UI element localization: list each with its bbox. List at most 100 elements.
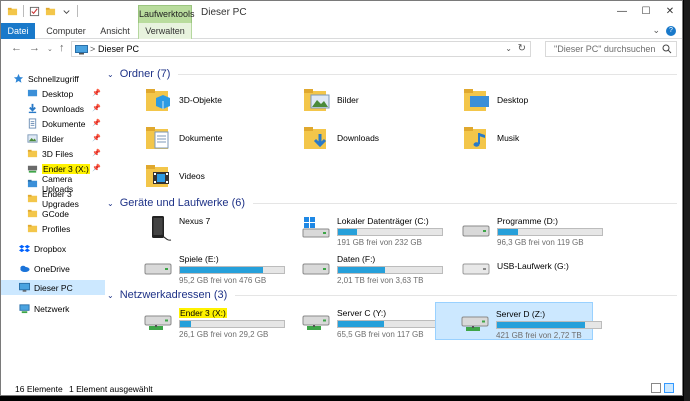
recent-dropdown-icon[interactable]: ⌄ [47,45,53,53]
window-title: Dieser PC [201,7,247,18]
pin-icon[interactable]: 📌 [92,149,101,157]
group-header-network[interactable]: ⌄ Netzwerkadressen (3) [107,288,677,302]
sidebar-item-onedrive[interactable]: OneDrive [1,261,105,276]
sidebar-label: Dokumente [42,118,86,129]
window-controls: — ☐ ✕ [610,1,682,21]
pc-icon [75,45,88,55]
background-edge [684,0,690,401]
close-button[interactable]: ✕ [658,1,682,21]
drive-tile-d[interactable]: Programme (D:) 96,3 GB frei von 119 GB [461,213,611,247]
back-arrow-icon[interactable]: ← [11,42,22,54]
search-box[interactable]: "Dieser PC" durchsuchen [545,41,677,57]
tab-datei[interactable]: Datei [1,23,35,39]
address-bar[interactable]: > Dieser PC ⌄ ↻ [71,41,531,57]
sidebar-label: Desktop [42,88,74,99]
tab-ansicht[interactable]: Ansicht [95,23,135,39]
drive-tile-e[interactable]: Spiele (E:) 95,2 GB frei von 476 GB [143,251,293,285]
breadcrumb-dieser-pc[interactable]: Dieser PC [98,44,139,54]
sidebar-label: Schnellzugriff [28,73,79,84]
pin-icon[interactable]: 📌 [92,134,101,142]
help-icon[interactable]: ? [666,26,676,36]
folder-tile-musik[interactable]: Musik [461,123,601,157]
sidebar-item-3d-files[interactable]: 3D Files 📌 [1,146,105,161]
collapse-chevron-icon[interactable]: ⌄ [107,70,114,79]
sidebar-item-netzwerk[interactable]: Netzwerk [1,301,105,316]
sidebar-item-desktop[interactable]: Desktop 📌 [1,86,105,101]
network-drive-tile-z[interactable]: Server D (Z:) 421 GB frei von 2,72 TB [435,302,602,340]
sidebar-item-downloads[interactable]: Downloads 📌 [1,101,105,116]
pictures-icon [27,134,38,143]
folder-tile-3d-objekte[interactable]: 3D-Objekte [143,85,283,119]
sidebar-item-ender-3-upgrades[interactable]: Ender 3 Upgrades [1,189,105,209]
search-placeholder: "Dieser PC" durchsuchen [554,44,656,54]
refresh-icon[interactable]: ↻ [518,43,526,54]
drive-usage-fill [338,321,384,327]
device-tile-nexus-7[interactable]: Nexus 7 [143,213,283,247]
sidebar-item-bilder[interactable]: Bilder 📌 [1,131,105,146]
quick-access-toolbar [7,5,78,17]
collapse-chevron-icon[interactable]: ⌄ [107,199,114,208]
details-view-icon[interactable] [651,383,661,393]
drive-tile-g[interactable]: USB-Laufwerk (G:) [461,251,611,285]
network-drive-tile-y[interactable]: Server C (Y:) 65,5 GB frei von 117 GB [301,305,451,339]
folder-tile-dokumente[interactable]: Dokumente [143,123,283,157]
dropbox-icon [19,244,30,253]
drive-usage-bar [497,228,603,236]
up-arrow-icon[interactable]: ↑ [59,42,65,54]
sidebar-item-gcode[interactable]: GCode [1,206,105,221]
tiles-view-icon[interactable] [664,383,674,393]
maximize-button[interactable]: ☐ [634,1,658,21]
sidebar-item-dropbox[interactable]: Dropbox [1,241,105,256]
group-divider [235,294,677,296]
drive-usage-fill [180,321,192,327]
folder-tile-desktop[interactable]: Desktop [461,85,601,119]
drive-tile-c[interactable]: Lokaler Datenträger (C:) 191 GB frei von… [301,213,451,247]
context-tab-laufwerktools: Laufwerktools [138,5,195,23]
ribbon-expand-icon[interactable]: ⌄ [652,25,660,36]
sidebar-item-dokumente[interactable]: Dokumente 📌 [1,116,105,131]
search-icon[interactable] [662,44,672,54]
collapse-chevron-icon[interactable]: ⌄ [107,291,114,300]
forward-arrow-icon[interactable]: → [29,42,40,54]
pin-icon[interactable]: 📌 [92,119,101,127]
group-header-folders[interactable]: ⌄ Ordner (7) [107,67,677,81]
sidebar-item-schnellzugriff[interactable]: Schnellzugriff [1,71,105,86]
music-folder-icon [464,127,486,149]
star-icon [13,73,24,83]
sidebar-item-dieser-pc[interactable]: Dieser PC [1,280,105,295]
pin-icon[interactable]: 📌 [92,164,101,172]
downloads-folder-icon [304,127,327,149]
folder-icon [27,179,38,188]
drive-usage-fill [498,229,518,235]
drive-tile-f[interactable]: Daten (F:) 2,01 TB frei von 3,63 TB [301,251,451,285]
3d-objects-folder-icon [146,89,170,111]
pin-icon[interactable]: 📌 [92,104,101,112]
sidebar-label: Profiles [42,223,71,234]
network-drive-tile-x[interactable]: Ender 3 (X:) 26,1 GB frei von 29,2 GB [143,305,293,339]
drive-usage-bar [337,266,443,274]
sidebar-label: Netzwerk [34,303,70,314]
sidebar-label: Dieser PC [34,282,73,293]
new-folder-icon[interactable] [45,6,56,17]
folder-tile-videos[interactable]: Videos [143,161,283,195]
pin-icon[interactable]: 📌 [92,89,101,97]
documents-folder-icon [146,127,169,149]
sidebar-label: OneDrive [34,263,70,274]
minimize-button[interactable]: — [610,1,634,21]
tab-verwalten[interactable]: Verwalten [138,23,192,39]
drive-usage-bar [337,228,443,236]
sidebar-item-profiles[interactable]: Profiles [1,221,105,236]
address-dropdown-icon[interactable]: ⌄ [505,44,512,53]
tab-computer[interactable]: Computer [41,23,91,39]
group-header-devices[interactable]: ⌄ Geräte und Laufwerke (6) [107,196,677,210]
qat-dropdown-icon[interactable] [61,6,72,17]
explorer-window: Laufwerktools Dieser PC — ☐ ✕ Datei Comp… [0,0,683,396]
folder-tile-downloads[interactable]: Downloads [301,123,441,157]
sidebar-label: Downloads [42,103,85,114]
selection-count: 1 Element ausgewählt [69,384,153,394]
navigation-pane: Schnellzugriff Desktop 📌 Downloads 📌 Dok… [1,61,105,379]
network-drive-icon [27,165,38,173]
folder-tile-bilder[interactable]: Bilder [301,85,441,119]
status-bar: 16 Elemente 1 Element ausgewählt [1,379,682,395]
properties-icon[interactable] [29,6,40,17]
